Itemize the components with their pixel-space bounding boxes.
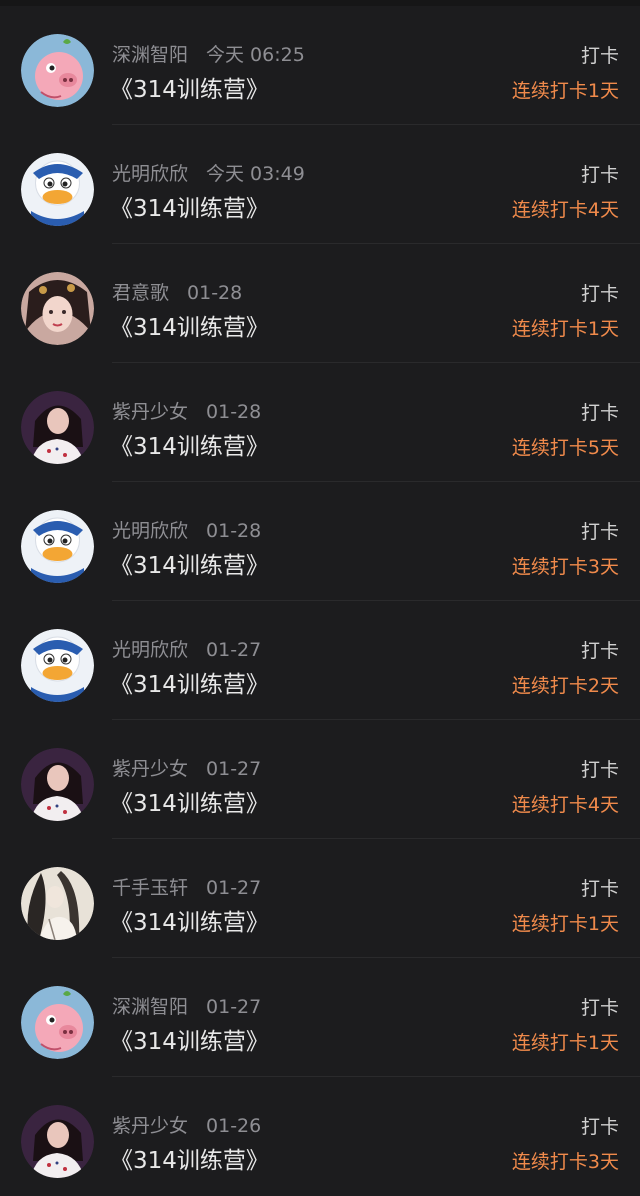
record-meta: 千手玉轩 01-27 — [112, 873, 261, 900]
checkin-time: 01-27 — [206, 996, 262, 1018]
streak-label: 连续打卡1天 — [511, 913, 619, 935]
record-meta: 光明欣欣 01-28 — [112, 516, 261, 543]
list-item[interactable]: 光明欣欣 01-28 《314训练营》 打卡 连续打卡3天 — [0, 482, 640, 601]
list-item[interactable]: 深渊智阳 01-27 《314训练营》 打卡 连续打卡1天 — [0, 958, 640, 1077]
record-meta: 光明欣欣 今天 03:49 — [112, 159, 305, 186]
record-meta: 君意歌 01-28 — [112, 278, 242, 305]
ink-painting-avatar-icon[interactable] — [21, 867, 94, 940]
course-title[interactable]: 《314训练营》 — [110, 427, 269, 461]
donald-duck-avatar-icon[interactable] — [21, 510, 94, 583]
checkin-label: 打卡 — [580, 402, 619, 424]
checkin-time: 01-26 — [206, 1115, 262, 1137]
course-title[interactable]: 《314训练营》 — [110, 189, 269, 223]
course-title[interactable]: 《314训练营》 — [110, 70, 269, 104]
course-title[interactable]: 《314训练营》 — [110, 784, 269, 818]
user-name[interactable]: 光明欣欣 — [112, 639, 188, 661]
user-name[interactable]: 光明欣欣 — [112, 163, 188, 185]
woman-portrait-avatar-icon[interactable] — [21, 1105, 94, 1178]
streak-label: 连续打卡3天 — [511, 1151, 619, 1173]
course-title[interactable]: 《314训练营》 — [110, 665, 269, 699]
streak-label: 连续打卡1天 — [511, 1032, 619, 1054]
course-title[interactable]: 《314训练营》 — [110, 1141, 269, 1175]
checkin-label: 打卡 — [580, 283, 619, 305]
checkin-label: 打卡 — [580, 640, 619, 662]
list-item[interactable]: 紫丹少女 01-28 《314训练营》 打卡 连续打卡5天 — [0, 363, 640, 482]
checkin-label: 打卡 — [580, 878, 619, 900]
streak-label: 连续打卡4天 — [511, 199, 619, 221]
user-name[interactable]: 千手玉轩 — [112, 877, 188, 899]
streak-label: 连续打卡4天 — [511, 794, 619, 816]
user-name[interactable]: 君意歌 — [112, 282, 169, 304]
record-meta: 深渊智阳 01-27 — [112, 992, 261, 1019]
streak-label: 连续打卡1天 — [511, 80, 619, 102]
user-name[interactable]: 光明欣欣 — [112, 520, 188, 542]
list-item[interactable]: 君意歌 01-28 《314训练营》 打卡 连续打卡1天 — [0, 244, 640, 363]
list-item[interactable]: 深渊智阳 今天 06:25 《314训练营》 打卡 连续打卡1天 — [0, 6, 640, 125]
ancient-style-girl-avatar-icon[interactable] — [21, 272, 94, 345]
user-name[interactable]: 紫丹少女 — [112, 1115, 188, 1137]
record-meta: 紫丹少女 01-28 — [112, 397, 261, 424]
woman-portrait-avatar-icon[interactable] — [21, 391, 94, 464]
checkin-label: 打卡 — [580, 45, 619, 67]
user-name[interactable]: 深渊智阳 — [112, 996, 188, 1018]
checkin-label: 打卡 — [580, 1116, 619, 1138]
checkin-time: 01-28 — [206, 520, 262, 542]
list-item[interactable]: 紫丹少女 01-26 《314训练营》 打卡 连续打卡3天 — [0, 1077, 640, 1196]
course-title[interactable]: 《314训练营》 — [110, 546, 269, 580]
donald-duck-avatar-icon[interactable] — [21, 153, 94, 226]
checkin-time: 今天 03:49 — [206, 163, 305, 185]
checkin-time: 01-28 — [206, 401, 262, 423]
list-item[interactable]: 紫丹少女 01-27 《314训练营》 打卡 连续打卡4天 — [0, 720, 640, 839]
list-item[interactable]: 光明欣欣 今天 03:49 《314训练营》 打卡 连续打卡4天 — [0, 125, 640, 244]
checkin-label: 打卡 — [580, 164, 619, 186]
record-meta: 深渊智阳 今天 06:25 — [112, 40, 305, 67]
pink-pig-avatar-icon[interactable] — [21, 986, 94, 1059]
checkin-label: 打卡 — [580, 759, 619, 781]
checkin-label: 打卡 — [580, 521, 619, 543]
record-meta: 紫丹少女 01-27 — [112, 754, 261, 781]
pink-pig-avatar-icon[interactable] — [21, 34, 94, 107]
streak-label: 连续打卡5天 — [511, 437, 619, 459]
streak-label: 连续打卡2天 — [511, 675, 619, 697]
list-item[interactable]: 千手玉轩 01-27 《314训练营》 打卡 连续打卡1天 — [0, 839, 640, 958]
record-meta: 紫丹少女 01-26 — [112, 1111, 261, 1138]
user-name[interactable]: 深渊智阳 — [112, 44, 188, 66]
checkin-time: 01-27 — [206, 877, 262, 899]
checkin-time: 01-27 — [206, 639, 262, 661]
user-name[interactable]: 紫丹少女 — [112, 758, 188, 780]
checkin-time: 01-28 — [187, 282, 243, 304]
course-title[interactable]: 《314训练营》 — [110, 903, 269, 937]
streak-label: 连续打卡3天 — [511, 556, 619, 578]
user-name[interactable]: 紫丹少女 — [112, 401, 188, 423]
list-item[interactable]: 光明欣欣 01-27 《314训练营》 打卡 连续打卡2天 — [0, 601, 640, 720]
checkin-time: 今天 06:25 — [206, 44, 305, 66]
course-title[interactable]: 《314训练营》 — [110, 308, 269, 342]
donald-duck-avatar-icon[interactable] — [21, 629, 94, 702]
checkin-record-list: 深渊智阳 今天 06:25 《314训练营》 打卡 连续打卡1天 光明欣欣 今天 0… — [0, 0, 640, 1186]
checkin-time: 01-27 — [206, 758, 262, 780]
course-title[interactable]: 《314训练营》 — [110, 1022, 269, 1056]
record-meta: 光明欣欣 01-27 — [112, 635, 261, 662]
streak-label: 连续打卡1天 — [511, 318, 619, 340]
woman-portrait-avatar-icon[interactable] — [21, 748, 94, 821]
checkin-label: 打卡 — [580, 997, 619, 1019]
